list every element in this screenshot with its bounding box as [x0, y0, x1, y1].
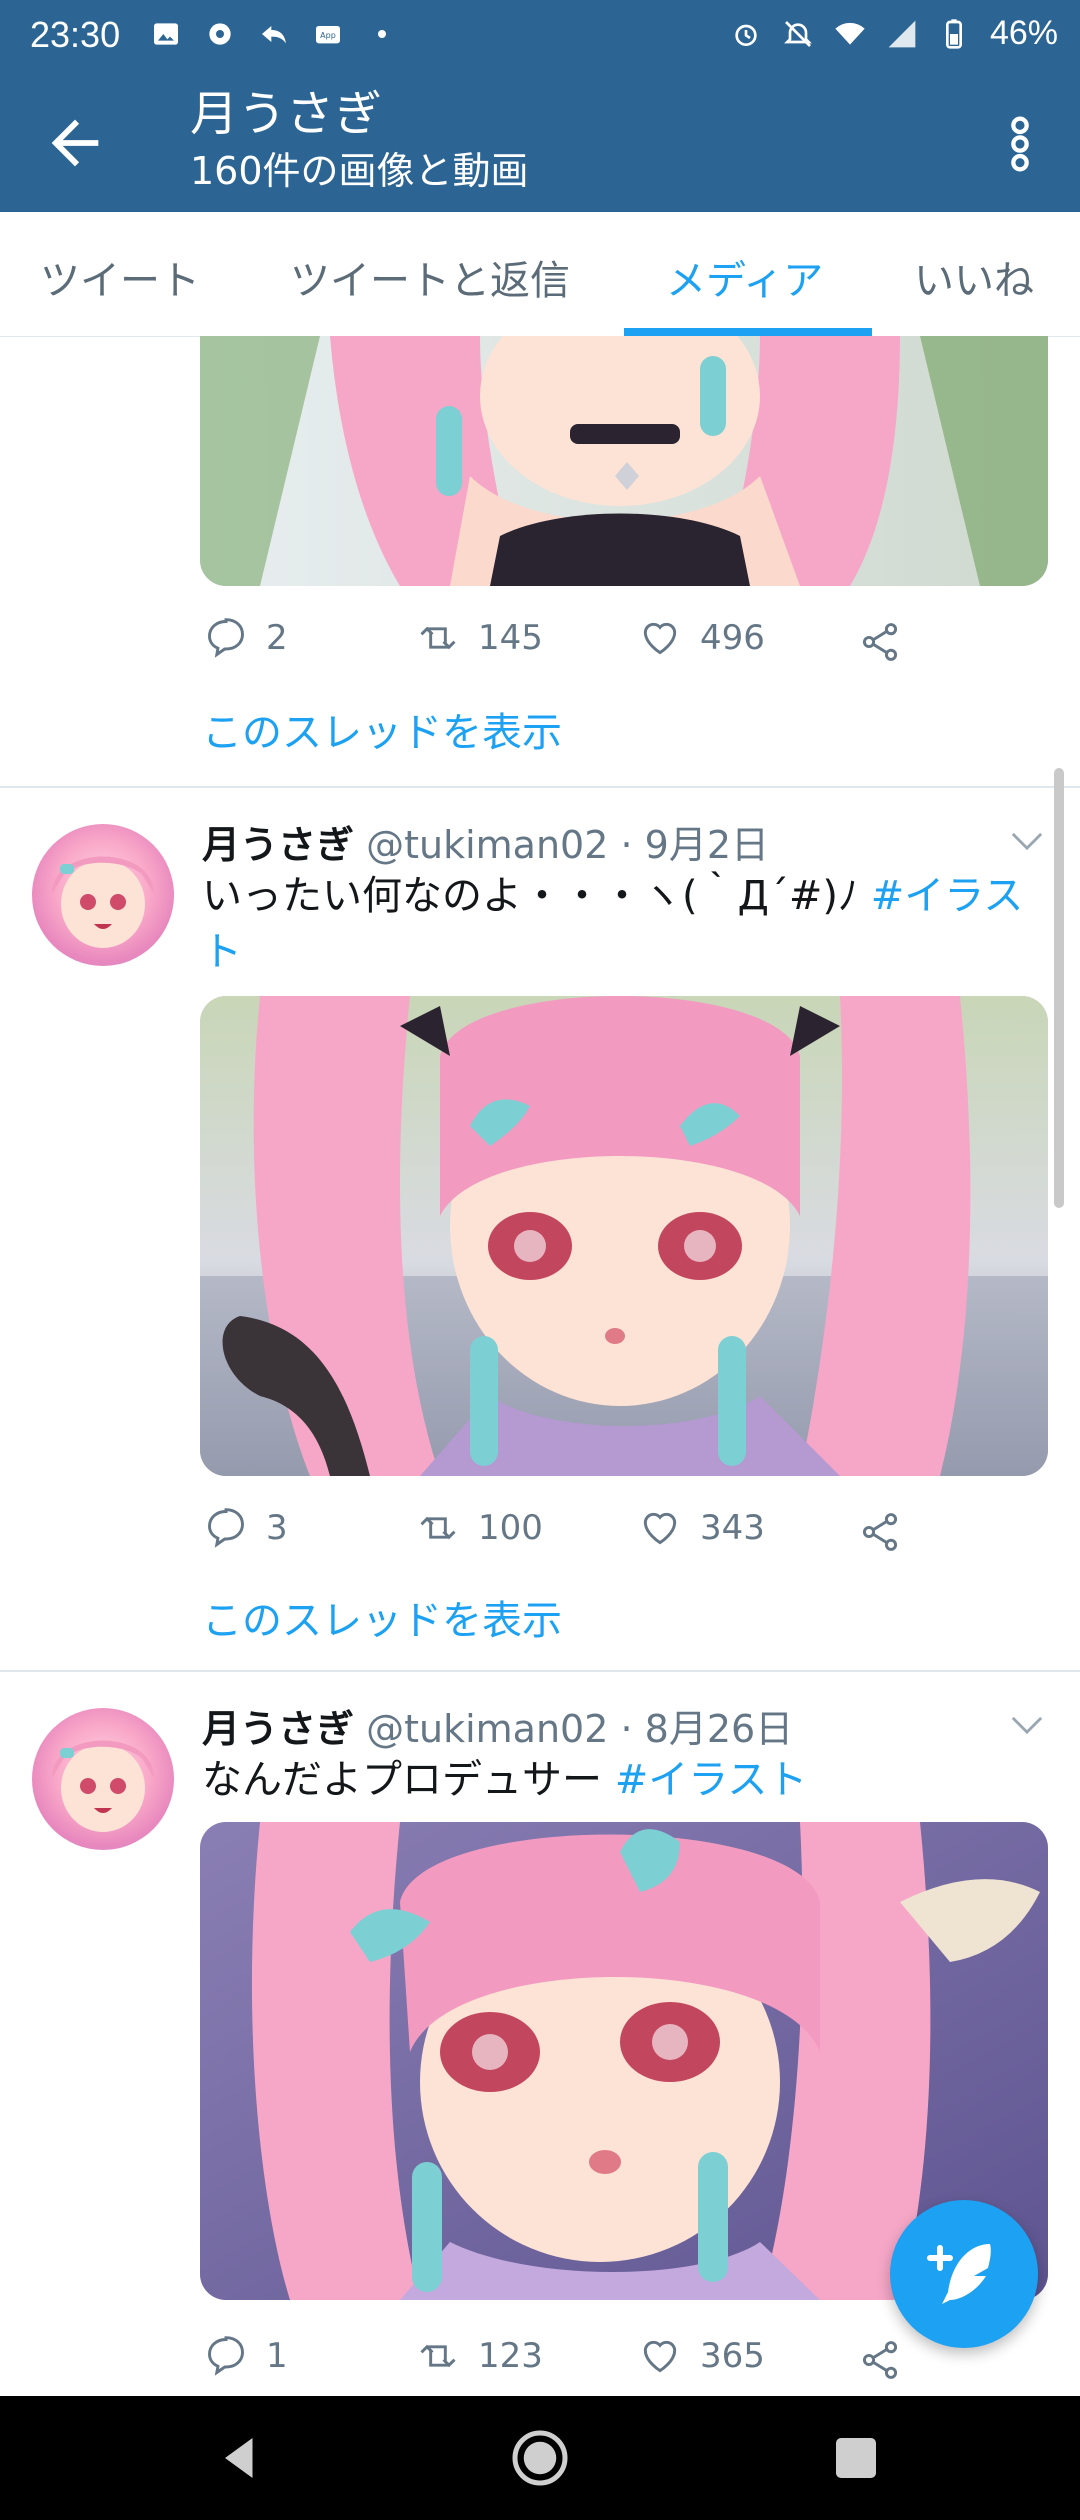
reply-notification-icon [262, 26, 286, 44]
avatar-illustration [52, 1740, 154, 1832]
reply-icon [208, 2336, 244, 2376]
profile-title: 月うさぎ [190, 86, 383, 142]
reply-count: 2 [266, 618, 288, 658]
nav-recents-icon[interactable] [826, 2428, 886, 2488]
author-name[interactable]: 月うさぎ [202, 1707, 354, 1751]
status-time: 23:30 [30, 14, 121, 55]
chevron-down-icon[interactable] [1010, 830, 1044, 852]
media-feed[interactable]: 2 145 496 このスレッドを表示 月うさぎ @tukiman02 · 9月… [0, 336, 1080, 2396]
battery-icon [945, 18, 962, 49]
tab-tweets-and-replies[interactable]: ツイートと返信 [290, 248, 570, 306]
back-arrow-icon[interactable] [40, 108, 110, 178]
reply-icon [208, 1508, 244, 1548]
like-button[interactable]: 496 [638, 616, 765, 660]
illustration-image [200, 336, 1048, 586]
retweet-icon [420, 2344, 456, 2368]
more-vert-icon[interactable] [1000, 112, 1040, 176]
retweet-icon [420, 626, 456, 650]
battery-percent: 46% [989, 14, 1058, 52]
retweet-button[interactable]: 100 [416, 1506, 543, 1550]
status-bar: 23:30 App 46% [0, 0, 1080, 72]
tweet-date: · 8月26日 [620, 1707, 794, 1751]
profile-titles: 月うさぎ 160件の画像と動画 [190, 82, 529, 196]
tab-likes[interactable]: いいね [914, 248, 1034, 306]
image-notification-icon [154, 23, 178, 45]
alarm-icon [735, 24, 757, 46]
settings-notification-icon [209, 23, 231, 45]
tweet[interactable]: 月うさぎ @tukiman02 · 9月2日 いったい何なのよ・・・ヽ(｀Д´#… [0, 788, 1080, 1670]
tab-media[interactable]: メディア [666, 248, 823, 306]
nav-back-icon[interactable] [210, 2428, 270, 2488]
like-count: 365 [700, 2336, 765, 2376]
reply-button[interactable]: 1 [204, 2334, 288, 2378]
retweet-button[interactable]: 145 [416, 616, 543, 660]
mute-icon [784, 20, 812, 47]
show-thread-link[interactable]: このスレッドを表示 [202, 1588, 562, 1646]
illustration-image [200, 996, 1048, 1476]
system-icons: 46% [730, 14, 1058, 53]
tweet-text: いったい何なのよ・・・ヽ(｀Д´#)ﾉ #イラスト [202, 868, 1042, 980]
tweet-date: · 9月2日 [620, 823, 770, 867]
dot-icon [378, 30, 386, 38]
author-name[interactable]: 月うさぎ [202, 823, 354, 867]
system-nav-bar [0, 2396, 1080, 2520]
reply-icon [208, 618, 244, 658]
tweet-actions: 3 100 343 [200, 1506, 960, 1566]
avatar-illustration [52, 856, 154, 948]
profile-subtitle: 160件の画像と動画 [190, 149, 529, 193]
tweet-header: 月うさぎ @tukiman02 · 8月26日 [202, 1698, 793, 1753]
like-button[interactable]: 343 [638, 1506, 765, 1550]
like-icon [643, 1512, 677, 1545]
like-count: 496 [700, 618, 765, 658]
tweet-actions: 1 123 365 [200, 2334, 960, 2394]
scrollbar[interactable] [1054, 768, 1064, 1208]
notification-icons: App [150, 18, 398, 50]
avatar[interactable] [32, 1708, 174, 1850]
reply-count: 3 [266, 1508, 288, 1548]
app-bar: 月うさぎ 160件の画像と動画 [0, 72, 1080, 212]
retweet-count: 123 [478, 2336, 543, 2376]
reply-count: 1 [266, 2336, 288, 2376]
tweet-text: なんだよプロデュサー #イラスト [202, 1752, 1042, 1808]
show-thread-link[interactable]: このスレッドを表示 [202, 700, 562, 758]
tweet-media-image[interactable] [200, 336, 1048, 586]
tweet-media-image[interactable] [200, 996, 1048, 1476]
wifi-icon [835, 22, 865, 45]
avatar[interactable] [32, 824, 174, 966]
tweet-actions: 2 145 496 [200, 616, 960, 676]
like-button[interactable]: 365 [638, 2334, 765, 2378]
retweet-icon [420, 1516, 456, 1540]
signal-icon [888, 20, 916, 47]
share-icon[interactable] [858, 1510, 902, 1554]
like-count: 343 [700, 1508, 765, 1548]
compose-tweet-button[interactable] [890, 2200, 1038, 2348]
reply-button[interactable]: 3 [204, 1506, 288, 1550]
reply-button[interactable]: 2 [204, 616, 288, 660]
author-handle[interactable]: @tukiman02 [366, 1707, 608, 1751]
active-tab-indicator [624, 328, 872, 336]
author-handle[interactable]: @tukiman02 [366, 823, 608, 867]
tab-tweets[interactable]: ツイート [40, 248, 200, 306]
retweet-button[interactable]: 123 [416, 2334, 543, 2378]
app-notification-icon: App [316, 26, 340, 44]
profile-tabs: ツイート ツイートと返信 メディア いいね [0, 212, 1080, 337]
tweet-body: いったい何なのよ・・・ヽ(｀Д´#)ﾉ [202, 873, 871, 919]
hashtag-link[interactable]: #イラスト [615, 1757, 808, 1803]
retweet-count: 145 [478, 618, 543, 658]
tweet-header: 月うさぎ @tukiman02 · 9月2日 [202, 814, 769, 869]
chevron-down-icon[interactable] [1010, 1714, 1044, 1736]
share-icon[interactable] [858, 620, 902, 664]
svg-text:App: App [320, 31, 336, 40]
tweet[interactable]: 2 145 496 このスレッドを表示 [0, 336, 1080, 788]
retweet-count: 100 [478, 1508, 543, 1548]
like-icon [643, 622, 677, 655]
tweet-body: なんだよプロデュサー [202, 1757, 615, 1803]
nav-home-icon[interactable] [510, 2428, 570, 2488]
compose-icon [927, 2244, 991, 2304]
like-icon [643, 2340, 677, 2373]
